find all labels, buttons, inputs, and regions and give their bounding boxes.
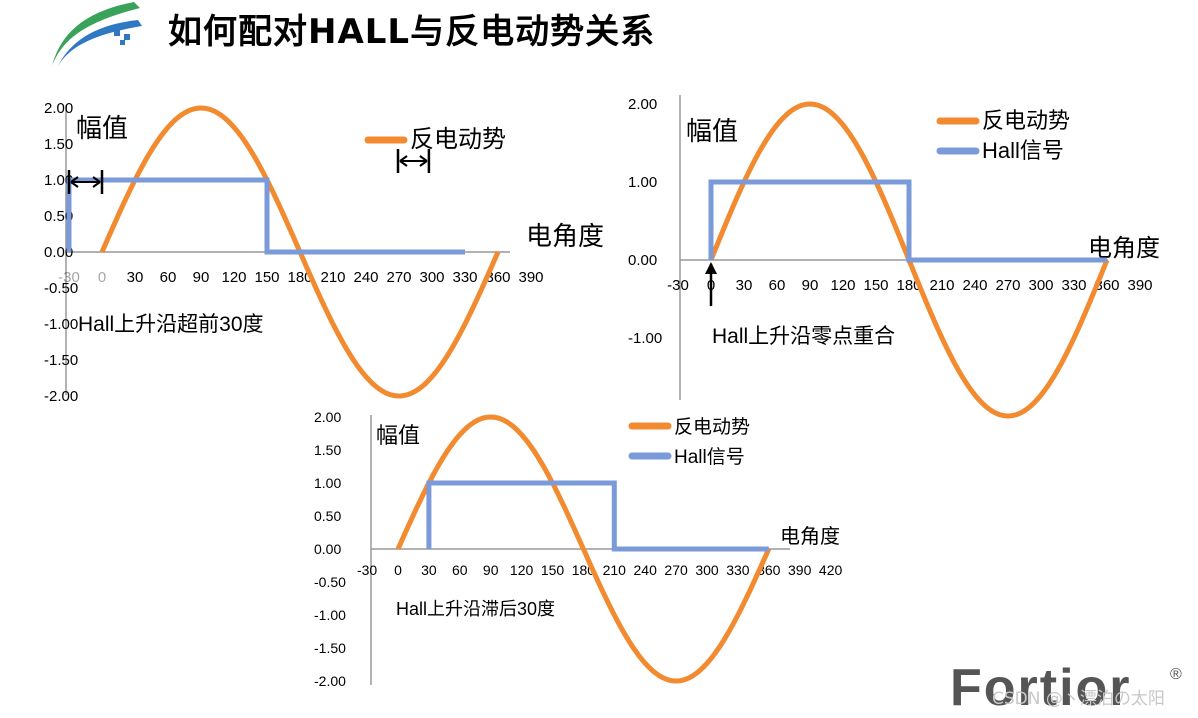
x-tick-label: 30 [127, 269, 144, 286]
zero-arrow-head [705, 262, 717, 274]
x-tick-label: 30 [421, 562, 437, 578]
y-tick-label: 1.50 [44, 136, 73, 153]
y-tick-label: 0.50 [314, 508, 341, 524]
watermark: CSDN @丶漂泊の太阳 [992, 689, 1165, 709]
x-tick-label: 240 [962, 277, 987, 294]
x-tick-label: 300 [1028, 277, 1053, 294]
legend-label: Hall信号 [982, 138, 1064, 163]
legend-label: 反电动势 [410, 126, 506, 153]
y-tick-label: -1.50 [314, 640, 346, 656]
x-axis-label: 电角度 [526, 221, 604, 251]
x-tick-label: 210 [603, 562, 627, 578]
y-tick-label: -2.00 [314, 673, 346, 689]
x-tick-label: 60 [769, 277, 786, 294]
chart-lag-30: 2.00 1.50 1.00 0.50 0.00 -0.50 -1.00 -1.50 -2.00… [314, 149, 843, 689]
x-tick-label: -30 [667, 277, 689, 294]
x-tick-label: 270 [386, 269, 411, 286]
x-tick-label: 90 [483, 562, 499, 578]
x-tick-label: 60 [160, 269, 177, 286]
x-tick-label: 90 [802, 277, 819, 294]
hall-series-line [708, 179, 1107, 263]
y-tick-label: -1.50 [44, 352, 78, 369]
x-tick-label: 270 [664, 562, 688, 578]
annotation-text: Hall上升沿滞后30度 [396, 599, 555, 619]
x-tick-label: 120 [510, 562, 534, 578]
y-tick-label: 0.00 [628, 252, 657, 269]
x-tick-label: 390 [788, 562, 812, 578]
x-tick-label: 0 [394, 562, 402, 578]
chart-lead-30: 2.001.501.000.500.00-0.50-1.00-1.50-2.00… [44, 100, 604, 405]
y-tick-label: 2.00 [628, 96, 657, 113]
x-tick-label: 270 [995, 277, 1020, 294]
annotation-text: Hall上升沿超前30度 [78, 313, 264, 336]
hall-series-line [426, 480, 769, 552]
x-tick-label: 150 [863, 277, 888, 294]
company-logo [52, 2, 142, 66]
y-tick-label: -0.50 [314, 574, 346, 590]
legend-label: Hall信号 [674, 446, 745, 468]
chart-zero-aligned: 2.001.000.00-1.00-3003060901201501802102… [628, 95, 1160, 419]
x-tick-label: 120 [830, 277, 855, 294]
x-tick-label: 420 [819, 562, 843, 578]
x-tick-label: 240 [634, 562, 658, 578]
y-tick-label: -2.00 [44, 388, 78, 405]
y-tick-label: 1.00 [314, 475, 341, 491]
y-tick-label: 2.00 [44, 100, 73, 117]
y-tick-label: -1.00 [628, 330, 662, 347]
x-tick-label: 90 [193, 269, 210, 286]
legend-label: 反电动势 [674, 416, 750, 438]
x-tick-label: 210 [929, 277, 954, 294]
legend-label: 反电动势 [982, 108, 1070, 133]
y-tick-label: 0.00 [314, 541, 341, 557]
page-title: 如何配对HALL与反电动势关系 [168, 12, 656, 52]
x-tick-label: 240 [353, 269, 378, 286]
x-tick-label: 390 [518, 269, 543, 286]
x-tick-label: 300 [419, 269, 444, 286]
x-tick-label: 120 [221, 269, 246, 286]
x-tick-label: 150 [254, 269, 279, 286]
x-tick-label: -30 [58, 269, 80, 286]
y-tick-label: 1.00 [628, 174, 657, 191]
x-tick-label: 60 [452, 562, 468, 578]
x-tick-label: 390 [1127, 277, 1152, 294]
y-tick-label: 1.50 [314, 442, 341, 458]
y-axis-label: 幅值 [686, 116, 738, 146]
annotation-text: Hall上升沿零点重合 [712, 325, 895, 348]
registered-mark: ® [1170, 666, 1182, 683]
x-tick-label: 330 [1061, 277, 1086, 294]
x-tick-label: 30 [736, 277, 753, 294]
y-tick-label: 2.00 [314, 409, 341, 425]
y-axis-label: 幅值 [376, 423, 420, 448]
x-tick-label: 150 [541, 562, 565, 578]
x-tick-label: 210 [320, 269, 345, 286]
y-tick-label: -1.00 [44, 316, 78, 333]
x-tick-label: 0 [98, 269, 106, 286]
y-tick-label: -1.00 [314, 607, 346, 623]
x-tick-label: 330 [452, 269, 477, 286]
x-tick-label: -30 [357, 562, 377, 578]
y-axis-label: 幅值 [76, 113, 128, 143]
x-tick-label: 330 [726, 562, 750, 578]
x-tick-label: 300 [695, 562, 719, 578]
x-axis-label: 电角度 [780, 525, 840, 548]
